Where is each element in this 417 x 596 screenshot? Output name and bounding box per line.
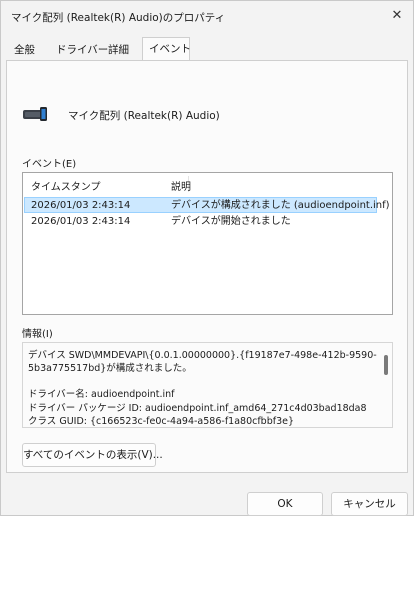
tab-events[interactable]: イベント [142, 37, 191, 60]
column-header-timestamp[interactable]: タイムスタンプ [31, 178, 101, 193]
ok-button[interactable]: OK [247, 492, 323, 516]
info-text-box[interactable]: デバイス SWD\MMDEVAPI\{0.0.1.00000000}.{f191… [22, 342, 393, 428]
info-line: ドライバー名: audioendpoint.inf [28, 389, 175, 401]
info-line: 5b3a775517bd}が構成されました。 [28, 363, 192, 375]
info-line: ドライバー パッケージ ID: audioendpoint.inf_amd64_… [28, 402, 367, 414]
close-icon[interactable]: ✕ [387, 6, 407, 26]
column-header-description[interactable]: 説明 [171, 178, 191, 193]
row-timestamp: 2026/01/03 2:43:14 [31, 216, 131, 227]
tab-details[interactable]: 詳細 [102, 41, 135, 59]
title-bar: マイク配列 (Realtek(R) Audio)のプロパティ ✕ [0, 0, 414, 30]
info-content: デバイス SWD\MMDEVAPI\{0.0.1.00000000}.{f191… [28, 349, 378, 427]
events-label: イベント(E) [22, 159, 77, 170]
table-row[interactable]: 2026/01/03 2:43:14 デバイスが開始されました [24, 214, 377, 230]
row-description: デバイスが開始されました [171, 216, 291, 227]
events-list[interactable]: タイムスタンプ 説明 2026/01/03 2:43:14 デバイスが構成されま… [22, 172, 393, 315]
show-all-events-button[interactable]: すべてのイベントの表示(V)... [22, 443, 163, 467]
info-blank-line [28, 375, 378, 388]
row-timestamp: 2026/01/03 2:43:14 [31, 200, 131, 211]
cancel-button[interactable]: キャンセル [331, 492, 408, 516]
row-description: デバイスが構成されました (audioendpoint.inf) [171, 200, 390, 211]
tab-general[interactable]: 全般 [8, 41, 41, 59]
window-title: マイク配列 (Realtek(R) Audio)のプロパティ [11, 12, 226, 24]
device-name: マイク配列 (Realtek(R) Audio) [68, 110, 220, 122]
info-line: クラス GUID: {c166523c-fe0c-4a94-a586-f1a80… [28, 415, 295, 427]
table-row[interactable]: 2026/01/03 2:43:14 デバイスが構成されました (audioen… [24, 197, 390, 213]
info-scrollbar-thumb[interactable] [384, 355, 388, 375]
info-label: 情報(I) [22, 329, 53, 340]
microphone-array-icon [23, 107, 47, 121]
info-line: デバイス SWD\MMDEVAPI\{0.0.1.00000000}.{f191… [28, 350, 377, 361]
